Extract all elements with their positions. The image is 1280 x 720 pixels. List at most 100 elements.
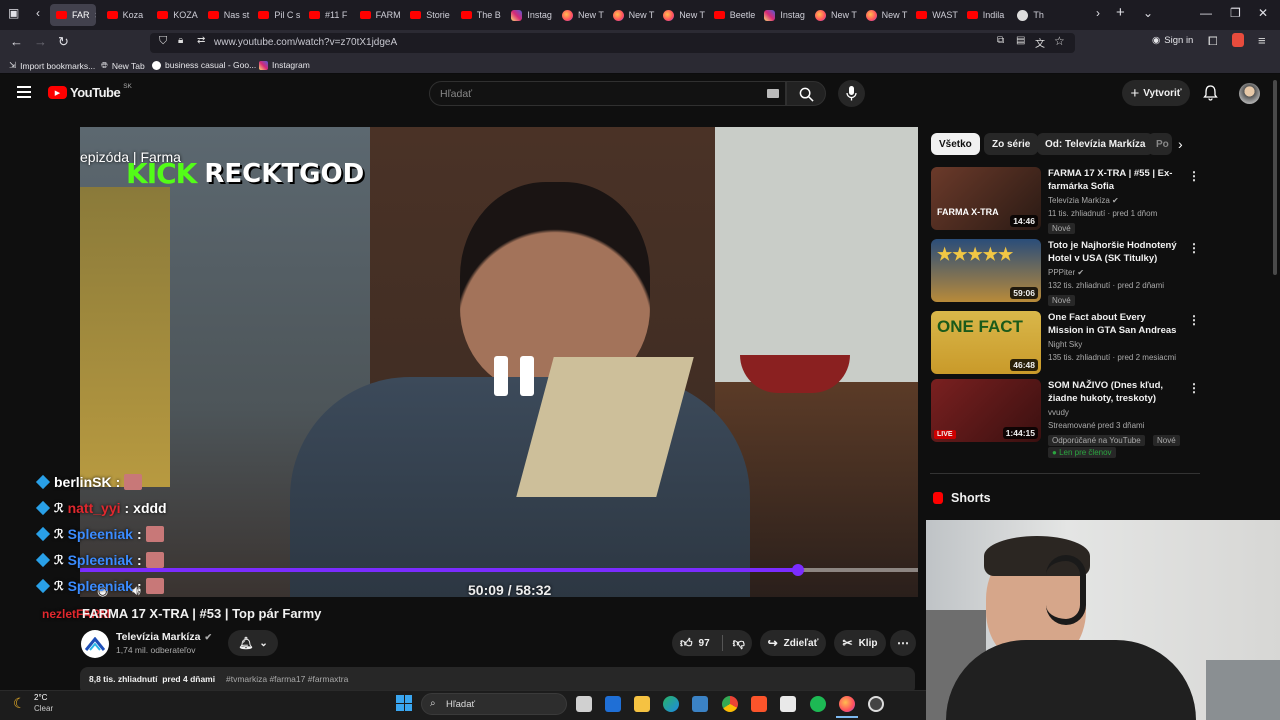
photos-icon[interactable]	[692, 696, 708, 712]
browser-tab[interactable]: The B	[455, 4, 503, 26]
tab-scroll-right-icon[interactable]: ›	[1096, 6, 1100, 20]
tab-dropdown-icon[interactable]: ⌄	[1143, 6, 1153, 20]
filter-chip[interactable]: Všetko	[931, 133, 980, 155]
search-button[interactable]	[786, 81, 826, 106]
browser-tab[interactable]: Instag	[758, 4, 806, 26]
recommendation-channel[interactable]: PPPiter	[1048, 268, 1075, 277]
file-explorer-icon[interactable]	[634, 696, 650, 712]
clip-button[interactable]: ✂ Klip	[834, 630, 886, 656]
like-icon[interactable]: 👍︎	[680, 636, 693, 651]
bookmark-instagram[interactable]: Instagram	[259, 60, 310, 70]
task-view-icon[interactable]	[576, 696, 592, 712]
close-tab-icon[interactable]: ✕	[95, 11, 96, 20]
notifications-bell-icon[interactable]	[1203, 85, 1218, 101]
browser-tab[interactable]: FARM	[354, 4, 402, 26]
video-thumbnail[interactable]: ONE FACT 46:48	[931, 311, 1041, 374]
browser-tab[interactable]: New T	[556, 4, 604, 26]
windows-start-icon[interactable]	[396, 695, 412, 711]
close-window-icon[interactable]: ✕	[1258, 6, 1268, 20]
spotify-icon[interactable]	[810, 696, 826, 712]
bookmark-star-icon[interactable]: ☆	[1054, 34, 1065, 48]
browser-tab[interactable]: FAR ✕	[50, 4, 96, 26]
reload-icon[interactable]: ↻	[58, 34, 69, 50]
minimize-icon[interactable]: —	[1200, 6, 1212, 20]
tab-list-icon[interactable]: ▣	[8, 6, 19, 20]
browser-tab[interactable]: New T	[657, 4, 705, 26]
recommendation-item[interactable]: ★★★★★ 59:06 Toto je Najhoršie Hodnotený Ho…	[931, 239, 1201, 309]
maximize-icon[interactable]: ❐	[1230, 6, 1241, 20]
recommendation-item[interactable]: ONE FACT 46:48 One Fact about Every Missio…	[931, 311, 1201, 381]
sign-in-button[interactable]: ◉ Sign in	[1152, 35, 1193, 46]
browser-tab[interactable]: #11 F	[303, 4, 351, 26]
new-tab-icon[interactable]: +	[1116, 4, 1125, 21]
recommendation-title[interactable]: One Fact about Every Mission in GTA San …	[1048, 312, 1183, 337]
browser-tab[interactable]: New T	[809, 4, 857, 26]
browser-tab[interactable]: Storie	[404, 4, 452, 26]
obs-icon[interactable]	[868, 696, 884, 712]
url-text[interactable]: www.youtube.com/watch?v=z70tX1jdgeA	[214, 37, 397, 48]
browser-tab[interactable]: WAST	[910, 4, 958, 26]
taskbar-search-input[interactable]: ⌕ Hľadať	[421, 693, 567, 715]
channel-name[interactable]: Televízia Markíza ✔	[116, 631, 212, 643]
store-icon[interactable]	[605, 696, 621, 712]
browser-tab[interactable]: New T	[860, 4, 908, 26]
recommendation-item[interactable]: FARMA X-TRA 14:46 FARMA 17 X-TRA | #55 | E…	[931, 167, 1201, 237]
like-count[interactable]: 97	[699, 638, 710, 649]
bookmark-import[interactable]: ⇲ Import bookmarks...	[9, 60, 95, 71]
weather-moon-icon[interactable]: ☾	[13, 695, 26, 712]
video-player[interactable]: epizóda | Farma KICK RECKTGOD	[80, 127, 918, 597]
bookmark-new-tab[interactable]: 🌐︎ New Tab	[101, 60, 145, 71]
brave-rewards-icon[interactable]	[1232, 33, 1244, 47]
voice-search-button[interactable]	[838, 80, 865, 107]
edge-icon[interactable]	[663, 696, 679, 712]
back-icon[interactable]: ←	[10, 34, 23, 49]
notepad-icon[interactable]	[780, 696, 796, 712]
more-actions-button[interactable]: ⋯	[890, 630, 916, 656]
weather-condition[interactable]: Clear	[34, 704, 53, 713]
video-thumbnail[interactable]: LIVE 1:44:15	[931, 379, 1041, 442]
browser-tab[interactable]: Th	[1011, 4, 1059, 26]
create-button[interactable]: + Vytvoriť	[1122, 80, 1190, 106]
search-input[interactable]: Hľadať	[429, 81, 786, 106]
recommendation-title[interactable]: SOM NAŽIVO (Dnes kľud, žiadne hukoty, tr…	[1048, 380, 1183, 405]
browser-tab[interactable]: Pil C s	[252, 4, 300, 26]
chips-next-icon[interactable]: ›	[1178, 136, 1183, 152]
forward-icon[interactable]: →	[34, 34, 47, 49]
channel-avatar[interactable]	[81, 630, 109, 658]
weather-temp[interactable]: 2°C	[34, 693, 47, 702]
more-vertical-icon[interactable]: ⋮	[1188, 381, 1200, 395]
shield-icon[interactable]: ⛉	[159, 35, 167, 48]
filter-chip[interactable]: Zo série	[984, 133, 1039, 155]
browser-tab[interactable]: KOZA	[151, 4, 199, 26]
youtube-logo[interactable]: ▶ YouTube SK	[48, 83, 132, 100]
menu-icon[interactable]: ≡	[1258, 33, 1266, 48]
picture-in-picture-icon[interactable]: ⧉	[997, 35, 1004, 46]
browser-tab[interactable]: Koza	[101, 4, 149, 26]
browser-tab[interactable]: Indila	[961, 4, 1009, 26]
page-scrollbar[interactable]	[1273, 80, 1277, 275]
hashtags[interactable]: #tvmarkiza #farma17 #farmaxtra	[226, 674, 348, 684]
browser-tab[interactable]: Instag	[505, 4, 553, 26]
permissions-icon[interactable]: ⇄	[197, 35, 205, 46]
extensions-icon[interactable]: ⧠	[1208, 34, 1218, 49]
more-vertical-icon[interactable]: ⋮	[1188, 241, 1200, 255]
browser-tab[interactable]: New T	[607, 4, 655, 26]
recommendation-item[interactable]: LIVE 1:44:15 SOM NAŽIVO (Dnes kľud, žiadne…	[931, 379, 1201, 458]
video-thumbnail[interactable]: FARMA X-TRA 14:46	[931, 167, 1041, 230]
hamburger-menu-icon[interactable]	[17, 86, 31, 98]
chrome-icon[interactable]	[722, 696, 738, 712]
subscribe-bell-button[interactable]: 🔔︎ ⌄	[228, 630, 278, 656]
recommendation-title[interactable]: Toto je Najhoršie Hodnotený Hotel v USA …	[1048, 240, 1183, 265]
brave-icon[interactable]	[751, 696, 767, 712]
filter-chip[interactable]: Po	[1148, 133, 1172, 155]
firefox-icon[interactable]	[839, 696, 855, 712]
video-thumbnail[interactable]: ★★★★★ 59:06	[931, 239, 1041, 302]
recommendation-channel[interactable]: Televízia Markíza	[1048, 196, 1110, 205]
tab-scroll-left-icon[interactable]: ‹	[36, 6, 40, 20]
filter-chip[interactable]: Od: Televízia Markíza	[1037, 133, 1154, 155]
keyboard-icon[interactable]	[767, 89, 779, 98]
browser-tab[interactable]: Nas st	[202, 4, 250, 26]
dislike-icon[interactable]: 👎︎	[733, 636, 745, 651]
share-button[interactable]: ↪ Zdieľať	[760, 630, 826, 656]
more-vertical-icon[interactable]: ⋮	[1188, 169, 1200, 183]
